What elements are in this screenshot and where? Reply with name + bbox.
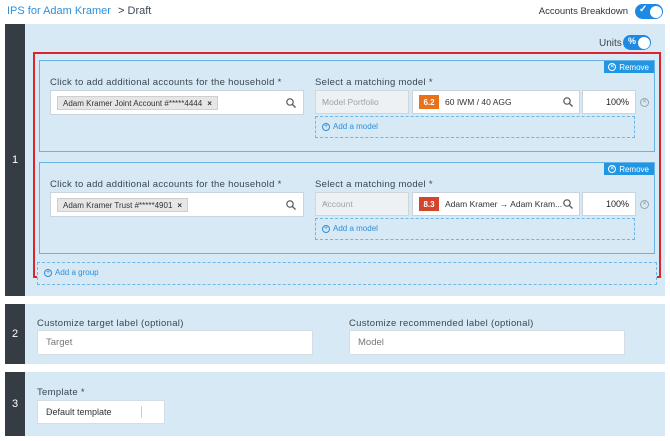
accounts-label: Click to add additional accounts for the…: [50, 179, 282, 190]
model-name: 60 IWM / 40 AGG: [445, 97, 512, 107]
step-number: 2: [5, 304, 25, 364]
section-template: 3 Template * Default template ⌵: [5, 372, 665, 436]
model-label: Select a matching model *: [315, 179, 433, 190]
model-label: Select a matching model *: [315, 77, 433, 88]
check-icon: ✓: [639, 4, 648, 15]
close-circle-icon: ✕: [608, 63, 617, 71]
chip-remove-icon[interactable]: ×: [177, 201, 182, 210]
percent-input[interactable]: 100%: [582, 90, 636, 114]
search-icon[interactable]: [563, 199, 573, 209]
recommended-label: Customize recommended label (optional): [349, 318, 534, 329]
percent-input[interactable]: 100%: [582, 192, 636, 216]
account-group: ✕ Remove Click to add additional account…: [39, 60, 655, 152]
account-chip: Adam Kramer Joint Account #*****4444 ×: [57, 96, 218, 110]
add-group-label: Add a group: [55, 268, 99, 277]
units-toggle[interactable]: %: [623, 35, 651, 50]
section-account-groups: 1 Units % ✕ Remove Click to add addition…: [5, 24, 665, 296]
model-type-select[interactable]: Account ⌵: [315, 192, 409, 216]
target-label: Customize target label (optional): [37, 318, 184, 329]
section-labels: 2 Customize target label (optional) Targ…: [5, 304, 665, 364]
template-select[interactable]: Default template ⌵: [37, 400, 165, 424]
remove-model-icon[interactable]: ✕: [640, 98, 649, 107]
plus-circle-icon: +: [44, 268, 52, 277]
breadcrumb-link[interactable]: IPS for Adam Kramer: [7, 5, 111, 17]
remove-group-button[interactable]: ✕ Remove: [604, 163, 654, 175]
account-chip: Adam Kramer Trust #*****4901 ×: [57, 198, 189, 212]
chip-remove-icon[interactable]: ×: [207, 99, 212, 108]
account-chip-label: Adam Kramer Joint Account #*****4444: [63, 98, 203, 108]
accounts-breakdown-label: Accounts Breakdown: [538, 6, 628, 17]
breadcrumb-status: Draft: [127, 5, 152, 17]
model-type-select[interactable]: Model Portfolio ⌵: [315, 90, 409, 114]
model-name: Adam Kramer → Adam Kram...: [445, 199, 563, 209]
breadcrumb: IPS for Adam Kramer > Draft: [7, 5, 151, 17]
search-icon[interactable]: [563, 97, 573, 107]
chevron-down-icon: ⌵: [322, 197, 329, 207]
model-search-input[interactable]: 6.2 60 IWM / 40 AGG: [412, 90, 580, 114]
add-model-button[interactable]: + Add a model: [315, 218, 635, 240]
account-chip-label: Adam Kramer Trust #*****4901: [63, 200, 173, 210]
accounts-input[interactable]: Adam Kramer Joint Account #*****4444 ×: [50, 90, 304, 115]
account-group: ✕ Remove Click to add additional account…: [39, 162, 655, 254]
add-group-button[interactable]: + Add a group: [37, 262, 657, 285]
percent-value: 100%: [605, 199, 629, 209]
accounts-label: Click to add additional accounts for the…: [50, 77, 282, 88]
chevron-down-icon: ⌵: [322, 95, 329, 105]
add-model-button[interactable]: + Add a model: [315, 116, 635, 138]
percent-value: 100%: [605, 97, 629, 107]
search-icon[interactable]: [286, 200, 296, 210]
plus-circle-icon: +: [322, 122, 330, 131]
search-icon[interactable]: [286, 98, 296, 108]
template-label: Template *: [37, 387, 85, 398]
plus-circle-icon: +: [322, 224, 330, 233]
toggle-knob: [637, 36, 650, 49]
remove-label: Remove: [619, 62, 649, 72]
add-model-label: Add a model: [333, 122, 378, 131]
model-search-input[interactable]: 8.3 Adam Kramer → Adam Kram...: [412, 192, 580, 216]
breadcrumb-separator: >: [118, 5, 125, 17]
toggle-knob: [649, 5, 662, 18]
remove-group-button[interactable]: ✕ Remove: [604, 61, 654, 73]
top-bar: IPS for Adam Kramer > Draft Accounts Bre…: [0, 0, 670, 24]
accounts-input[interactable]: Adam Kramer Trust #*****4901 ×: [50, 192, 304, 217]
step-number: 3: [5, 372, 25, 436]
units-label: Units: [599, 38, 622, 49]
risk-score-badge: 8.3: [419, 197, 439, 211]
close-circle-icon: ✕: [608, 165, 617, 173]
highlight-box: ✕ Remove Click to add additional account…: [33, 52, 661, 278]
add-model-label: Add a model: [333, 224, 378, 233]
risk-score-badge: 6.2: [419, 95, 439, 109]
remove-label: Remove: [619, 164, 649, 174]
chevron-down-icon: ⌵: [46, 405, 53, 415]
accounts-breakdown-toggle[interactable]: ✓: [635, 4, 663, 19]
step-number: 1: [5, 24, 25, 296]
recommended-label-input[interactable]: Model: [349, 330, 625, 355]
units-toggle-text: %: [628, 36, 637, 46]
remove-model-icon[interactable]: ✕: [640, 200, 649, 209]
target-label-input[interactable]: Target: [37, 330, 313, 355]
